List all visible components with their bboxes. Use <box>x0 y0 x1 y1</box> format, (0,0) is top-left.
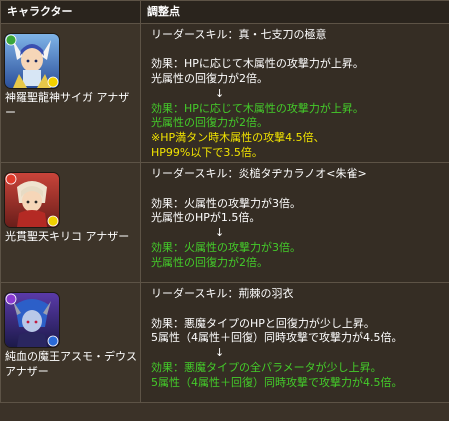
kiriko-another-portrait-icon[interactable] <box>5 173 59 228</box>
before-effect: 光属性の回復力が2倍。 <box>151 72 268 86</box>
saiga-another-portrait-icon[interactable] <box>5 34 59 88</box>
after-effect: 効果：火属性の攻撃力が3倍。 <box>151 240 301 254</box>
character-name: 神羅聖龍神サイガ アナザー <box>5 91 130 119</box>
adjustment-cell: リーダースキル：真・七支刀の極意 効果：HPに応じて木属性の攻撃力が上昇。 光属… <box>140 22 449 164</box>
character-cell: 純血の魔王アスモ・デウス アナザー <box>0 282 141 404</box>
leader-skill-name: リーダースキル：荊棘の羽衣 <box>151 287 294 301</box>
table-row: 純血の魔王アスモ・デウス アナザー リーダースキル：荊棘の羽衣 効果：悪魔タイプ… <box>0 282 449 404</box>
adjustment-table: キャラクター 調整点 神羅聖龍神サイガ アナザー リーダースキル：真・七支刀の極… <box>0 0 449 404</box>
after-effect: 光属性の回復力が2倍。 <box>151 255 268 269</box>
before-effect: 光属性のHPが1.5倍。 <box>151 211 261 225</box>
change-arrow: ↓ <box>215 226 225 240</box>
before-effect: 5属性（4属性＋回復）同時攻撃で攻撃力が4.5倍。 <box>151 331 403 345</box>
before-effect: 効果：HPに応じて木属性の攻撃力が上昇。 <box>151 57 364 71</box>
character-name: 光貫聖天キリコ アナザー <box>5 230 130 244</box>
adjustment-cell: リーダースキル：炎槌タヂカラノオ<朱雀> 効果：火属性の攻撃力が3倍。 光属性の… <box>140 162 449 284</box>
note-text: HP99%以下で3.5倍。 <box>151 145 263 159</box>
character-cell: 光貫聖天キリコ アナザー <box>0 162 141 284</box>
table-header-row: キャラクター 調整点 <box>0 0 449 24</box>
change-arrow: ↓ <box>215 346 225 360</box>
asmodeus-another-portrait-icon[interactable] <box>5 293 59 348</box>
note-text: ※HP満タン時木属性の攻撃4.5倍、 <box>151 130 325 144</box>
table-row: 神羅聖龍神サイガ アナザー リーダースキル：真・七支刀の極意 効果：HPに応じて… <box>0 22 449 164</box>
adjustment-cell: リーダースキル：荊棘の羽衣 効果：悪魔タイプのHPと回復力が少し上昇。 5属性（… <box>140 282 449 404</box>
after-effect: 光属性の回復力が2倍。 <box>151 116 268 130</box>
change-arrow: ↓ <box>215 86 225 100</box>
header-character: キャラクター <box>0 0 141 24</box>
character-name: 純血の魔王アスモ・デウス アナザー <box>5 350 141 379</box>
after-effect: 5属性（4属性＋回復）同時攻撃で攻撃力が4.5倍。 <box>151 375 403 389</box>
before-effect: 効果：火属性の攻撃力が3倍。 <box>151 196 301 210</box>
leader-skill-name: リーダースキル：炎槌タヂカラノオ<朱雀> <box>151 167 367 181</box>
header-adjustment: 調整点 <box>140 0 449 24</box>
leader-skill-name: リーダースキル：真・七支刀の極意 <box>151 28 327 41</box>
after-effect: 効果：HPに応じて木属性の攻撃力が上昇。 <box>151 101 364 115</box>
character-cell: 神羅聖龍神サイガ アナザー <box>0 22 141 164</box>
after-effect: 効果：悪魔タイプの全パラメータが少し上昇。 <box>151 360 382 374</box>
table-row: 光貫聖天キリコ アナザー リーダースキル：炎槌タヂカラノオ<朱雀> 効果：火属性… <box>0 162 449 284</box>
before-effect: 効果：悪魔タイプのHPと回復力が少し上昇。 <box>151 316 375 330</box>
